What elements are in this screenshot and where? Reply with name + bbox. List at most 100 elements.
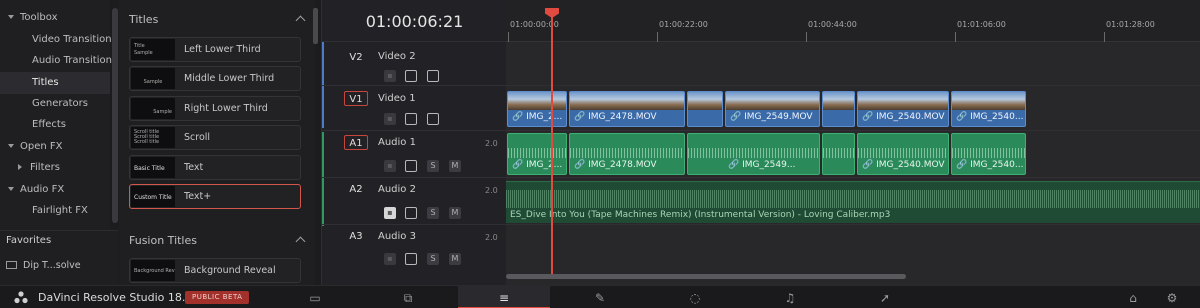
video-clip[interactable]	[687, 91, 723, 127]
track-id: V2	[349, 52, 363, 63]
film-visibility-icon[interactable]	[427, 70, 439, 82]
solo-button[interactable]: S	[427, 207, 439, 219]
cut-page-icon[interactable]: ⧉	[393, 288, 423, 308]
timeline-scrollbar[interactable]	[506, 274, 906, 279]
deliver-page-icon[interactable]: ➚	[870, 288, 900, 308]
toolbox-video-transitions[interactable]: Video Transitions	[0, 29, 117, 51]
video-clip[interactable]	[822, 91, 855, 127]
clip-thumbnail	[688, 92, 722, 110]
music-clip-label: ES_Dive Into You (Tape Machines Remix) (…	[510, 210, 891, 220]
settings-gear-icon[interactable]: ⚙	[1157, 288, 1187, 308]
mute-button[interactable]: M	[449, 253, 461, 265]
toolbox-generators[interactable]: Generators	[0, 93, 110, 115]
toolbox-effects[interactable]: Effects	[0, 114, 110, 136]
track-name[interactable]: Audio 3	[378, 231, 416, 242]
fairlight-fx-item[interactable]: Fairlight FX	[0, 200, 110, 222]
chevron-up-icon[interactable]	[295, 236, 306, 247]
lane-v2[interactable]	[506, 42, 1200, 86]
audio-fx-header[interactable]: Audio FX	[0, 179, 110, 201]
transition-icon	[6, 261, 17, 269]
chevron-up-icon[interactable]	[295, 15, 306, 26]
music-audio-clip[interactable]: ES_Dive Into You (Tape Machines Remix) (…	[506, 181, 1200, 223]
lock-icon[interactable]: ▪	[384, 160, 396, 172]
track-id[interactable]: A1	[344, 135, 368, 150]
titles-scrollbar[interactable]	[313, 8, 318, 44]
track-header-a2: A2 Audio 2 2.0 ▪ S M	[322, 178, 507, 225]
lock-icon[interactable]: ▪	[384, 70, 396, 82]
toolbox-scrollbar[interactable]	[112, 8, 118, 223]
video-clip[interactable]: 🔗 IMG_2...	[507, 91, 567, 127]
audio-clip[interactable]: 🔗 IMG_2540...	[951, 133, 1026, 175]
timeline[interactable]: 01:00:00:00 01:00:22:00 01:00:44:00 01:0…	[506, 0, 1200, 285]
public-beta-badge: PUBLIC BETA	[185, 291, 250, 304]
lock-icon[interactable]: ▪	[384, 253, 396, 265]
title-text-plus[interactable]: Custom Title Text+	[129, 184, 301, 209]
timecode-display[interactable]: 01:00:06:21	[322, 0, 507, 42]
title-scroll[interactable]: Scroll title Scroll title Scroll title Scr…	[129, 125, 301, 150]
title-thumbnail: Sample	[131, 98, 175, 119]
title-background-reveal[interactable]: Background Reveal Background Reveal	[129, 258, 301, 283]
lock-icon[interactable]: ▪	[384, 207, 396, 219]
auto-select-icon[interactable]	[405, 70, 417, 82]
video-clip[interactable]: 🔗 IMG_2540.MOV	[857, 91, 949, 127]
filters-item[interactable]: Filters	[0, 157, 110, 179]
auto-select-icon[interactable]	[405, 160, 417, 172]
track-name[interactable]: Video 1	[378, 93, 416, 104]
fairlight-page-icon[interactable]: ♫	[775, 288, 805, 308]
solo-button[interactable]: S	[427, 253, 439, 265]
favorites-panel: Favorites Dip T...solve	[0, 230, 118, 285]
solo-button[interactable]: S	[427, 160, 439, 172]
audio-clip[interactable]: 🔗 IMG_2478.MOV	[569, 133, 685, 175]
title-right-lower-third[interactable]: Sample Right Lower Third	[129, 96, 301, 121]
lock-icon[interactable]: ▪	[384, 113, 396, 125]
auto-select-icon[interactable]	[405, 207, 417, 219]
open-fx-header[interactable]: Open FX	[0, 136, 110, 158]
toolbox-audio-transitions[interactable]: Audio Transitions	[0, 50, 117, 72]
audio-clip[interactable]: 🔗 IMG_2549...	[687, 133, 820, 175]
collapsed-arrow-icon	[18, 163, 22, 170]
favorite-item[interactable]: Dip T...solve	[6, 260, 81, 271]
auto-select-icon[interactable]	[405, 253, 417, 265]
resolve-edit-window: Toolbox Video Transitions Audio Transiti…	[0, 0, 1200, 308]
video-clip[interactable]: 🔗 IMG_2540...	[951, 91, 1026, 127]
ruler-label: 01:01:06:00	[957, 20, 1006, 29]
film-visibility-icon[interactable]	[427, 113, 439, 125]
ruler-label: 01:00:22:00	[659, 20, 708, 29]
color-page-icon[interactable]: ◌	[680, 288, 710, 308]
audio-clip[interactable]	[822, 133, 855, 175]
title-middle-lower-third[interactable]: Sample Middle Lower Third	[129, 66, 301, 91]
track-name[interactable]: Audio 1	[378, 137, 416, 148]
track-header-a3: A3 Audio 3 2.0 ▪ S M	[322, 225, 507, 272]
track-id[interactable]: V1	[344, 91, 368, 106]
toolbox-titles[interactable]: Titles	[0, 72, 110, 94]
track-name[interactable]: Audio 2	[378, 184, 416, 195]
clip-thumbnail	[858, 92, 948, 110]
home-icon[interactable]: ⌂	[1118, 288, 1148, 308]
channel-label: 2.0	[485, 186, 498, 195]
mute-button[interactable]: M	[449, 207, 461, 219]
audio-clip[interactable]: 🔗 IMG_2...	[507, 133, 567, 175]
timeline-ruler[interactable]: 01:00:00:00 01:00:22:00 01:00:44:00 01:0…	[506, 0, 1200, 42]
title-text[interactable]: Basic Title Text	[129, 155, 301, 180]
clip-thumbnail	[726, 92, 819, 110]
edit-page-icon[interactable]: ≡	[489, 288, 519, 308]
fusion-page-icon[interactable]: ✎	[585, 288, 615, 308]
playhead-line[interactable]	[551, 10, 553, 274]
app-title: DaVinci Resolve Studio 18.5	[38, 291, 193, 304]
clip-thumbnail	[508, 92, 566, 110]
media-page-icon[interactable]: ▭	[300, 288, 330, 308]
video-clip[interactable]: 🔗 IMG_2549.MOV	[725, 91, 820, 127]
favorites-header: Favorites	[6, 235, 52, 246]
clip-thumbnail	[823, 92, 854, 110]
video-clip[interactable]: 🔗 IMG_2478.MOV	[569, 91, 685, 127]
auto-select-icon[interactable]	[405, 113, 417, 125]
ruler-label: 01:00:44:00	[808, 20, 857, 29]
expand-arrow-icon	[8, 186, 14, 191]
mute-button[interactable]: M	[449, 160, 461, 172]
title-left-lower-third[interactable]: Title Sample Left Lower Third	[129, 37, 301, 62]
audio-clip[interactable]: 🔗 IMG_2540.MOV	[857, 133, 949, 175]
toolbox-header[interactable]: Toolbox	[0, 7, 110, 29]
title-thumbnail: Sample	[131, 68, 175, 89]
channel-label: 2.0	[485, 139, 498, 148]
track-name[interactable]: Video 2	[378, 51, 416, 62]
